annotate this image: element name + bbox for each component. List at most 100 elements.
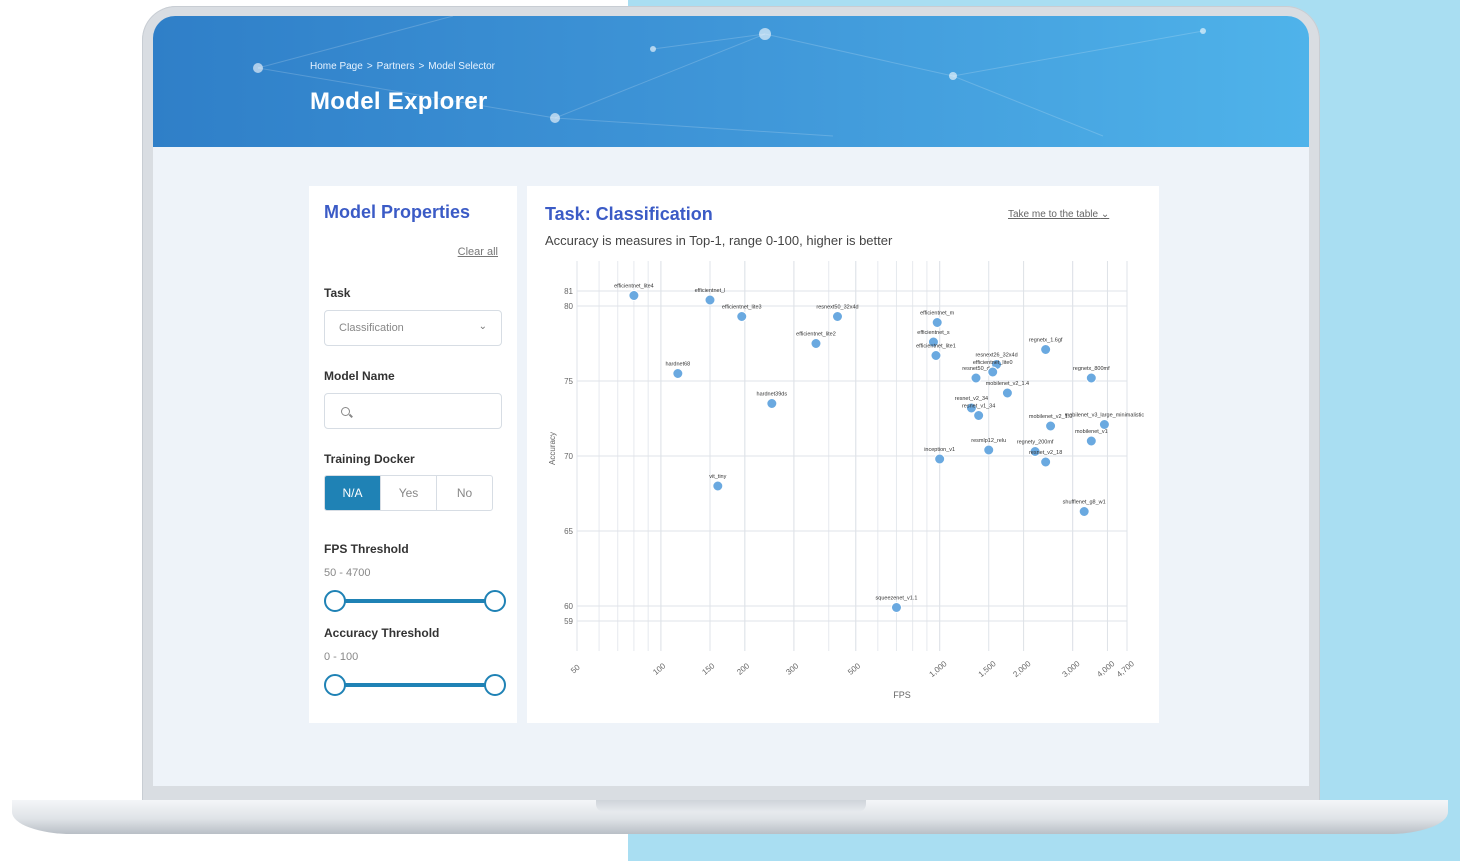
data-point	[931, 317, 943, 328]
data-point	[810, 338, 822, 349]
data-point	[973, 410, 985, 421]
breadcrumb-home[interactable]: Home Page	[310, 61, 363, 72]
data-point-label: vit_tiny	[709, 474, 726, 480]
x-tick-label: 2,000	[1011, 659, 1033, 679]
data-point	[766, 398, 778, 409]
accuracy-slider-track[interactable]	[336, 683, 494, 687]
accuracy-min-handle[interactable]	[324, 674, 346, 696]
data-point-label: inception_v1	[924, 447, 955, 453]
data-point-label: mobilenet_v3_large_minimalistic	[1065, 413, 1145, 419]
x-tick-label: 150	[700, 661, 716, 677]
docker-option-yes[interactable]: Yes	[381, 476, 437, 510]
data-point	[1045, 420, 1057, 432]
data-point-label: resnet_v1_34	[962, 404, 995, 410]
breadcrumb: Home Page > Partners > Model Selector	[310, 61, 495, 72]
data-point	[831, 311, 843, 322]
data-point-label: resmlp12_relu	[971, 438, 1006, 444]
data-point-label: shufflenet_g8_w1	[1063, 500, 1106, 506]
data-point-label: hardnet68	[665, 362, 690, 368]
data-point-label: regnety_200mf	[1017, 440, 1054, 446]
y-tick-label: 80	[564, 302, 573, 311]
model-name-search-input[interactable]	[324, 393, 502, 429]
data-point	[970, 372, 982, 384]
task-dropdown[interactable]: Classification ⌄	[324, 310, 502, 346]
data-point	[712, 480, 724, 492]
x-tick-label: 1,000	[927, 659, 949, 679]
x-tick-label: 4,000	[1095, 659, 1117, 679]
panel-title: Model Properties	[324, 202, 471, 222]
fps-slider-track[interactable]	[336, 599, 494, 603]
data-point	[628, 290, 640, 301]
chart-panel: Task: Classification Take me to the tabl…	[527, 186, 1159, 723]
x-tick-label: 100	[651, 661, 667, 677]
docker-option-no[interactable]: No	[437, 476, 492, 510]
y-tick-label: 75	[564, 377, 573, 386]
chevron-down-icon: ⌄	[478, 321, 487, 332]
x-tick-label: 200	[735, 661, 751, 677]
data-point-label: efficientnet_lite4	[614, 284, 654, 290]
data-point	[987, 366, 999, 378]
data-point	[736, 311, 748, 322]
model-properties-panel: Model Properties Clear all Task Classifi…	[309, 186, 517, 723]
breadcrumb-model-selector[interactable]: Model Selector	[428, 61, 495, 72]
x-tick-label: 4,700	[1115, 659, 1137, 679]
training-docker-toggle: N/A Yes No	[324, 475, 493, 511]
data-point	[704, 294, 716, 306]
laptop-notch	[596, 800, 866, 812]
y-tick-label: 60	[564, 602, 573, 611]
fps-min-handle[interactable]	[324, 590, 346, 612]
clear-all-link[interactable]: Clear all	[458, 246, 498, 258]
data-point-label: mobilenet_v2_1.4	[986, 381, 1029, 387]
fps-range-slider[interactable]	[324, 590, 506, 612]
data-point	[1098, 419, 1110, 430]
data-point	[934, 453, 946, 465]
docker-option-na[interactable]: N/A	[325, 476, 381, 510]
header-banner: Home Page > Partners > Model Selector Mo…	[153, 16, 1309, 147]
data-point-label: efficientnet_lite1	[916, 344, 956, 350]
fps-range-text: 50 - 4700	[324, 567, 371, 579]
data-point-label: efficientnet_m	[920, 311, 955, 317]
data-point-label: efficientnet_l	[695, 288, 726, 294]
data-point-label: resnet50_d	[962, 366, 990, 372]
data-point-label: resnet_v2_34	[955, 396, 988, 402]
training-docker-label: Training Docker	[324, 452, 415, 466]
model-name-label: Model Name	[324, 369, 395, 383]
data-point-label: efficientnet_s	[917, 330, 950, 336]
breadcrumb-separator: >	[366, 61, 373, 72]
data-point-label: efficientnet_lite0	[973, 360, 1013, 366]
x-tick-label: 1,500	[977, 659, 999, 679]
accuracy-range-slider[interactable]	[324, 674, 506, 696]
data-point	[930, 350, 942, 361]
breadcrumb-separator: >	[418, 61, 425, 72]
accuracy-range-text: 0 - 100	[324, 651, 359, 663]
data-point-label: regnetx_1.6gf	[1029, 338, 1063, 344]
accuracy-threshold-label: Accuracy Threshold	[324, 626, 440, 640]
y-tick-label: 65	[564, 527, 573, 536]
x-axis-label: FPS	[893, 690, 911, 700]
y-tick-label: 59	[564, 617, 573, 626]
accuracy-max-handle[interactable]	[484, 674, 506, 696]
data-point-label: resnext50_32x4d	[816, 305, 858, 311]
data-point	[1040, 344, 1052, 355]
x-tick-label: 500	[846, 661, 862, 677]
y-tick-label: 70	[564, 452, 573, 461]
search-icon	[341, 407, 350, 416]
data-point-label: hardnet39ds	[757, 392, 788, 398]
data-point-label: resnext26_32x4d	[975, 353, 1017, 359]
data-point-label: efficientnet_lite2	[796, 332, 836, 338]
data-point	[1040, 456, 1052, 468]
y-tick-label: 81	[564, 287, 573, 296]
data-point	[890, 602, 902, 613]
page-title: Model Explorer	[310, 88, 488, 115]
accuracy-fps-scatter-chart: 59 60 65 70 75 80 81 50 100 150 200 300 500 1,000 1,50…	[548, 261, 1145, 700]
data-point-label: mobilenet_v1	[1075, 429, 1108, 435]
x-tick-label: 300	[784, 661, 800, 677]
task-dropdown-value: Classification	[339, 322, 404, 334]
breadcrumb-partners[interactable]: Partners	[377, 61, 415, 72]
data-point-label: efficientnet_lite3	[722, 305, 762, 311]
data-point	[983, 444, 995, 456]
network-background-graphic	[253, 16, 1206, 137]
task-label: Task	[324, 286, 351, 300]
data-point	[1001, 387, 1013, 399]
fps-max-handle[interactable]	[484, 590, 506, 612]
